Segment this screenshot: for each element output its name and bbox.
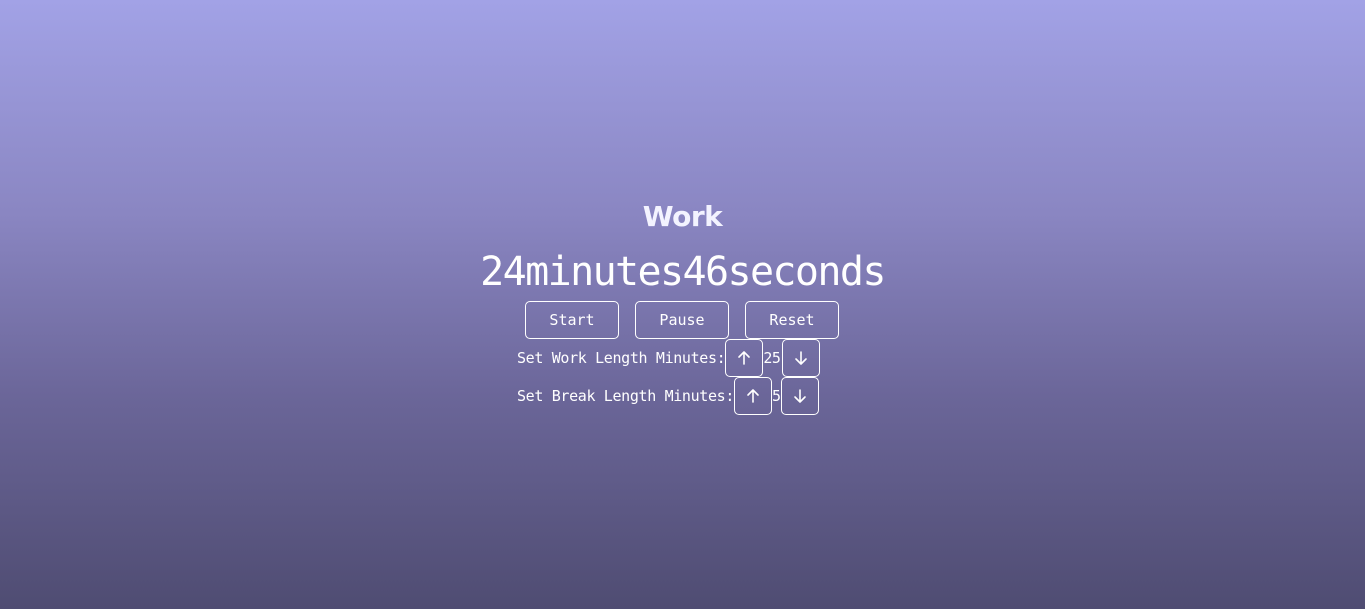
work-length-increment-button[interactable] bbox=[725, 339, 764, 377]
work-length-decrement-button[interactable] bbox=[782, 339, 821, 377]
break-length-increment-button[interactable] bbox=[734, 377, 773, 415]
timer-display: 24minutes46seconds bbox=[480, 249, 886, 295]
mode-title: Work bbox=[642, 200, 723, 233]
arrow-down-icon bbox=[795, 351, 808, 365]
arrow-down-icon bbox=[794, 389, 806, 403]
pomodoro-app: Work 24minutes46seconds Start Pause Rese… bbox=[0, 0, 1365, 609]
reset-button[interactable]: Reset bbox=[745, 301, 839, 339]
pause-button[interactable]: Pause bbox=[635, 301, 729, 339]
break-length-decrement-button[interactable] bbox=[781, 377, 820, 415]
break-length-setting: Set Break Length Minutes: 5 bbox=[517, 377, 820, 415]
work-length-label: Set Work Length Minutes: bbox=[517, 349, 726, 367]
arrow-up-icon bbox=[738, 351, 751, 365]
work-length-value: 25 bbox=[763, 349, 781, 367]
start-button[interactable]: Start bbox=[525, 301, 619, 339]
work-length-setting: Set Work Length Minutes: 25 bbox=[517, 339, 821, 377]
break-length-value: 5 bbox=[772, 387, 781, 405]
arrow-up-icon bbox=[747, 389, 759, 403]
break-length-label: Set Break Length Minutes: bbox=[517, 387, 735, 405]
timer-controls: Start Pause Reset bbox=[525, 301, 839, 339]
